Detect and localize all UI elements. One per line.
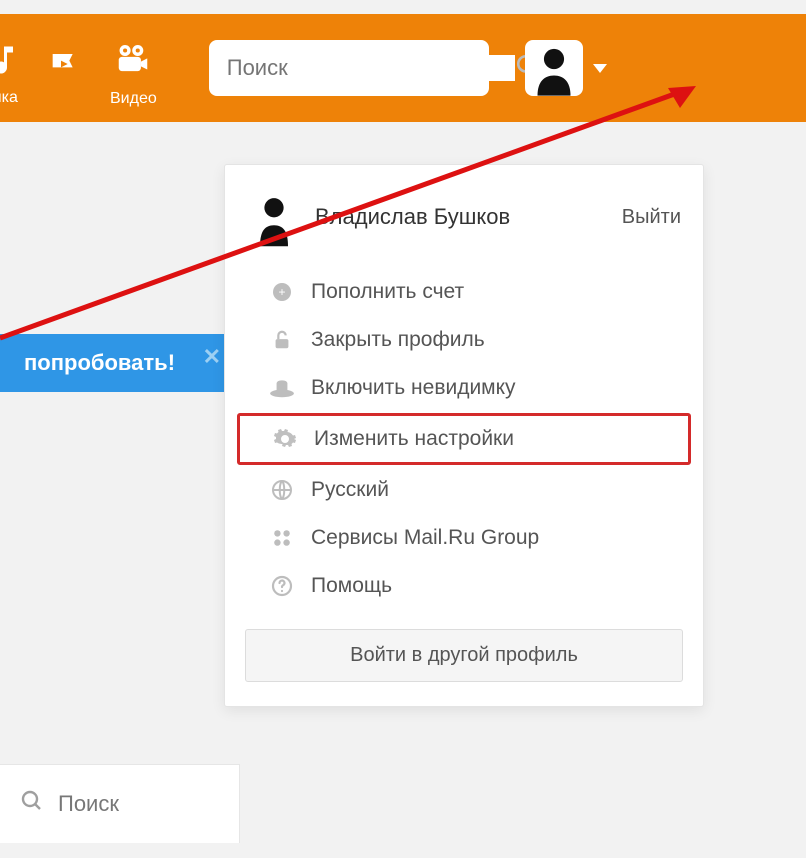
sidebar-search-label: Поиск <box>58 791 119 817</box>
lock-open-icon <box>267 328 297 352</box>
video-camera-icon <box>110 41 157 84</box>
nav-label: ыка <box>0 89 18 106</box>
nav-item-music[interactable]: ыка <box>0 42 22 107</box>
menu-item-mailru-services[interactable]: Сервисы Mail.Ru Group <box>237 515 691 561</box>
play-flag-icon <box>46 49 86 94</box>
nav-label: Видео <box>110 90 157 107</box>
dropdown-menu: + Пополнить счет Закрыть профиль Включит… <box>225 269 703 609</box>
menu-label: Русский <box>311 478 389 502</box>
menu-label: Изменить настройки <box>314 427 514 451</box>
nav-item-flag[interactable] <box>46 49 86 100</box>
dropdown-header: Владислав Бушков Выйти <box>225 177 703 267</box>
login-other-profile-button[interactable]: Войти в другой профиль <box>245 629 683 682</box>
nav-item-video[interactable]: Видео <box>110 41 157 108</box>
promo-banner[interactable]: попробовать! ✕ <box>0 334 235 392</box>
menu-label: Включить невидимку <box>311 376 516 400</box>
dropdown-footer: Войти в другой профиль <box>225 611 703 688</box>
menu-item-settings[interactable]: Изменить настройки <box>237 413 691 465</box>
help-icon <box>267 574 297 598</box>
coins-icon: + <box>267 280 297 304</box>
menu-label: Сервисы Mail.Ru Group <box>311 526 539 550</box>
menu-item-topup[interactable]: + Пополнить счет <box>237 269 691 315</box>
promo-text: попробовать! <box>24 350 175 375</box>
svg-text:+: + <box>278 285 285 299</box>
user-name[interactable]: Владислав Бушков <box>315 204 622 230</box>
header-avatar[interactable] <box>525 40 583 96</box>
close-icon[interactable]: ✕ <box>203 344 221 370</box>
search-input[interactable] <box>227 55 515 81</box>
search-icon <box>20 789 44 819</box>
user-dropdown: Владислав Бушков Выйти + Пополнить счет … <box>224 164 704 707</box>
menu-label: Закрыть профиль <box>311 328 485 352</box>
caret-down-icon[interactable] <box>593 64 607 73</box>
menu-item-help[interactable]: Помощь <box>237 563 691 609</box>
sidebar-search[interactable]: Поиск <box>0 764 240 843</box>
menu-item-invisible[interactable]: Включить невидимку <box>237 365 691 411</box>
top-header: ыка Видео <box>0 14 806 122</box>
menu-label: Пополнить счет <box>311 280 464 304</box>
globe-icon <box>267 478 297 502</box>
menu-label: Помощь <box>311 574 392 598</box>
header-search-box[interactable] <box>209 40 489 96</box>
gear-icon <box>270 427 300 451</box>
menu-item-language[interactable]: Русский <box>237 467 691 513</box>
menu-item-close-profile[interactable]: Закрыть профиль <box>237 317 691 363</box>
music-icon <box>0 42 22 83</box>
hat-icon <box>267 377 297 399</box>
grid-icon <box>267 527 297 549</box>
logout-link[interactable]: Выйти <box>622 206 681 229</box>
avatar <box>247 185 301 249</box>
